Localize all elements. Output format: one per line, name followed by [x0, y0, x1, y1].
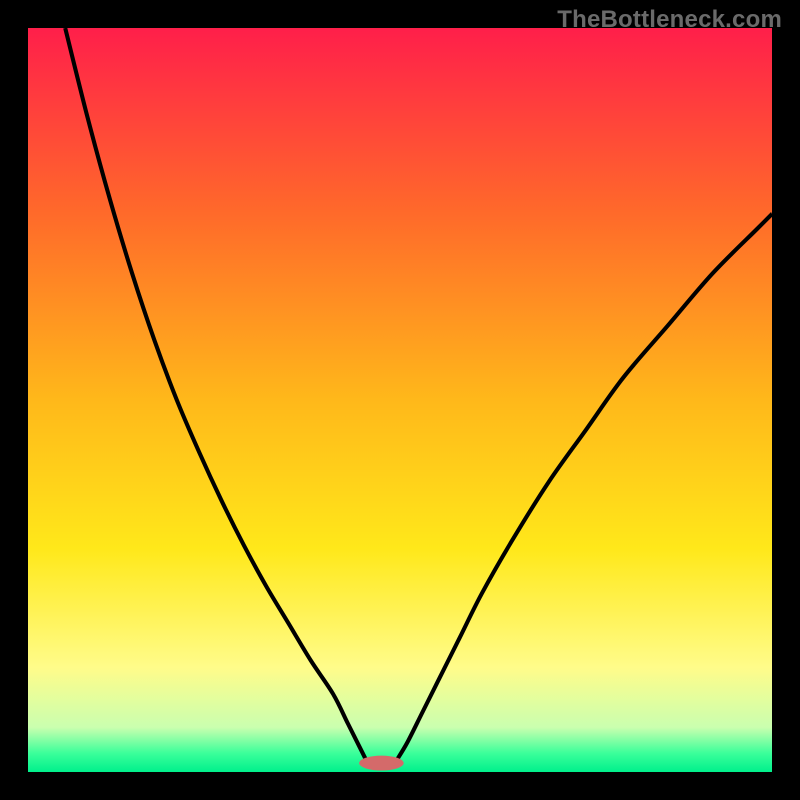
minimum-marker [359, 756, 404, 771]
bottleneck-chart [28, 28, 772, 772]
chart-container: TheBottleneck.com [0, 0, 800, 800]
plot-area [28, 28, 772, 772]
gradient-background [28, 28, 772, 772]
